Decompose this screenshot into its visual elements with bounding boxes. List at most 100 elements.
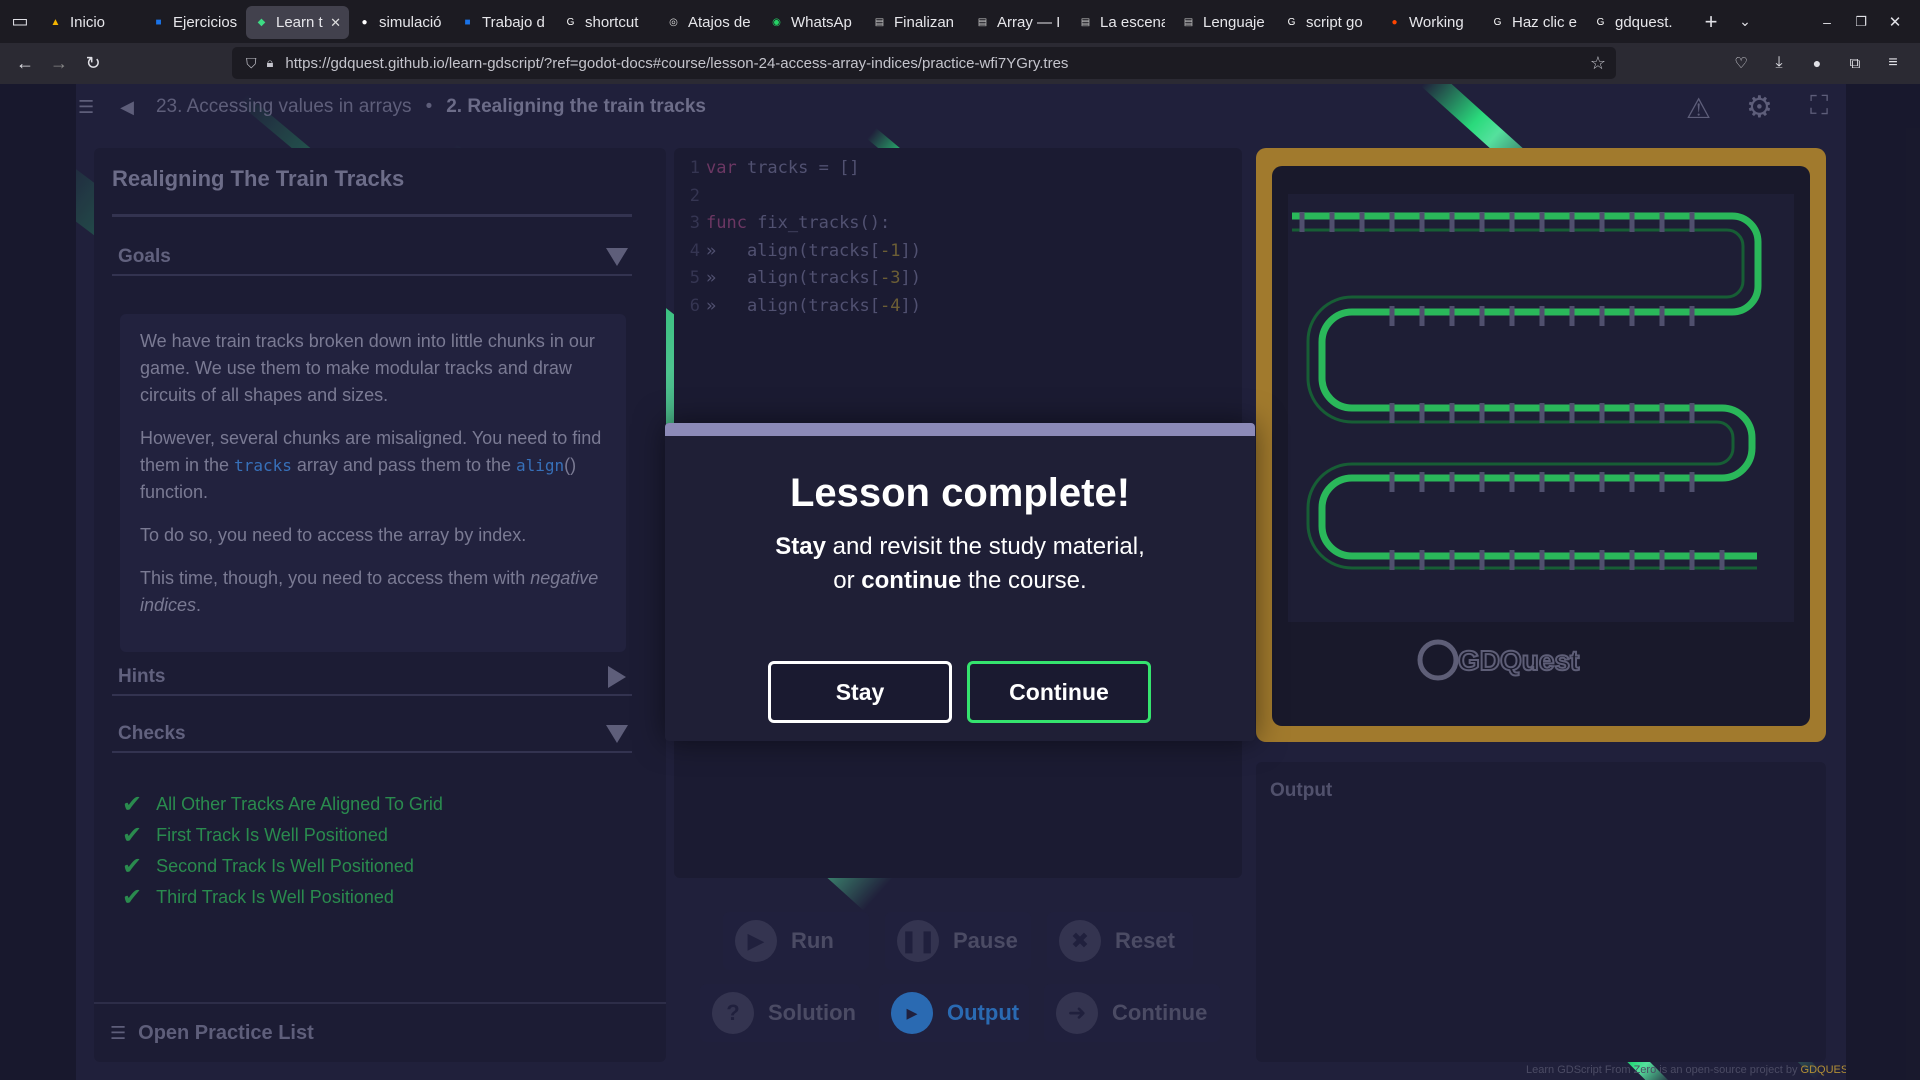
run-button[interactable]: ▶ Run [723,912,869,970]
browser-tab[interactable]: Gscript go [1276,6,1379,39]
back-icon[interactable]: ← [8,49,42,79]
classroom-icon: ■ [155,17,162,28]
browser-tab-title: Lenguaje [1203,14,1265,31]
browser-tab[interactable]: ● simulació [349,6,452,39]
keyword-align: align [515,456,565,475]
train-track-scene: GDQuest [1288,194,1794,681]
report-issue-icon[interactable]: ⚠ [1686,92,1711,125]
back-arrow-icon[interactable]: ◀ [120,97,134,118]
minimize-icon[interactable]: – [1810,7,1844,37]
new-tab-icon[interactable]: + [1694,7,1728,37]
message-text: the course. [961,567,1087,594]
doc-icon: ▤ [977,17,988,28]
breadcrumb-lesson[interactable]: 23. Accessing values in arrays [156,96,412,118]
close-tab-icon[interactable]: ✕ [330,15,341,31]
output-panel: Output [1256,762,1826,1062]
google-icon: G [1596,17,1605,28]
tab-overview-icon[interactable]: ▭ [0,7,40,37]
browser-tab[interactable]: Gshortcut [555,6,658,39]
google-icon: G [1493,17,1502,28]
dialog-message: Stay and revisit the study material, or … [665,530,1255,598]
goals-paragraph: To do so, you need to access the array b… [140,525,527,545]
practice-list-icon[interactable]: ☰ [78,97,94,118]
browser-tab[interactable]: G Haz clic e [1482,6,1585,39]
breadcrumb-separator: • [425,96,433,117]
solution-button[interactable]: ? Solution [700,984,860,1042]
check-item: ✔ Third Track Is Well Positioned [122,883,394,912]
browser-tab[interactable]: ● Working [1379,6,1482,39]
solution-label: Solution [768,1000,856,1025]
settings-gear-icon[interactable]: ⚙ [1746,90,1773,125]
collapse-triangle-icon [606,725,628,743]
browser-tab[interactable]: ◉ WhatsAp [761,6,864,39]
restore-icon[interactable]: ❐ [1844,7,1878,37]
browser-tab[interactable]: ◎ Atajos de [658,6,761,39]
checks-section-header[interactable]: Checks [112,717,632,753]
web-page: ☰ ◀ 23. Accessing values in arrays • 2. … [0,84,1920,1080]
stay-button[interactable]: Stay [768,661,952,723]
github-icon: ● [361,17,368,28]
browser-tab[interactable]: ■ Trabajo d [452,6,555,39]
question-icon: ? [712,992,754,1034]
browser-tab[interactable]: Ggdquest. [1585,6,1688,39]
reload-icon[interactable]: ↻ [76,49,110,79]
browser-tab[interactable]: ◆ Learn t ✕ [246,6,349,39]
forward-icon[interactable]: → [42,49,76,79]
goals-label: Goals [118,246,171,267]
browser-tab-strip: ▭ ▲ Inicio ■ Ejercicios ◆ Learn t ✕ ● simulació ■… [0,0,1920,43]
browser-tab-title: shortcut [585,14,639,31]
reset-label: Reset [1115,928,1175,953]
browser-tab[interactable]: ▤ Lenguaje [1173,6,1276,39]
browser-tab[interactable]: ▲ Inicio [40,6,143,39]
line-number: 4 [689,241,700,261]
downloads-icon[interactable]: ⤓ [1762,48,1796,78]
output-button[interactable]: ▸ Output [879,984,1029,1042]
play-icon: ▶ [735,920,777,962]
list-icon: ☰ [110,1022,127,1043]
generic-icon: ◎ [669,17,678,28]
checkmark-icon: ✔ [122,822,143,849]
browser-tab[interactable]: ▤ Array — I [967,6,1070,39]
extensions-icon[interactable]: ⧉ [1838,48,1872,78]
menu-icon[interactable]: ≡ [1876,48,1910,78]
instructions-panel: Realigning The Train Tracks Goals We hav… [94,148,666,1062]
message-continue: continue [861,567,962,594]
browser-tab[interactable]: ■ Ejercicios [143,6,246,39]
doc-icon: ▤ [1080,17,1091,28]
pause-icon: ❚❚ [897,920,939,962]
lock-icon: 🔒︎ [266,55,274,70]
checkmark-icon: ✔ [122,853,143,880]
gdquest-icon: ◆ [257,17,266,28]
code-line: » align(tracks[-4]) [706,296,921,316]
open-practice-list-button[interactable]: ☰ Open Practice List [94,1002,666,1062]
check-label: Second Track Is Well Positioned [156,856,414,876]
expand-triangle-icon [608,666,626,688]
list-tabs-icon[interactable]: ⌄ [1728,7,1762,37]
continue-control-button[interactable]: ➜ Continue [1044,984,1220,1042]
goals-content: We have train tracks broken down into li… [120,314,626,652]
pause-button[interactable]: ❚❚ Pause [885,912,1031,970]
goals-paragraph: This time, though, you need to access th… [140,565,606,619]
browser-tab[interactable]: ▤ Finalizan [864,6,967,39]
line-number: 6 [689,296,700,316]
url-bar[interactable]: ⛉ 🔒︎ https://gdquest.github.io/learn-gds… [232,47,1616,79]
continue-button[interactable]: Continue [967,661,1151,723]
footer-link[interactable]: GDQUEST.COM [1801,1064,1846,1076]
collapse-triangle-icon [606,248,628,266]
browser-tab[interactable]: ▤ La escena [1070,6,1173,39]
hints-section-header[interactable]: Hints [112,660,632,696]
bookmark-star-icon[interactable]: ☆ [1590,53,1606,74]
reddit-icon: ● [1391,17,1398,28]
close-window-icon[interactable]: ✕ [1878,7,1912,37]
reset-button[interactable]: ✖ Reset [1047,912,1193,970]
reset-x-icon: ✖ [1059,920,1101,962]
pocket-icon[interactable]: ♡ [1724,48,1758,78]
browser-tab-title: Working [1409,14,1464,31]
code-line: » align(tracks[-3]) [706,268,921,288]
account-icon[interactable]: ● [1800,48,1834,78]
shield-icon[interactable]: ⛉ [246,55,257,72]
fullscreen-icon[interactable]: ⛶ [1810,90,1828,122]
check-label: Third Track Is Well Positioned [156,887,394,907]
message-text: or [833,567,862,594]
goals-section-header[interactable]: Goals [112,240,632,276]
